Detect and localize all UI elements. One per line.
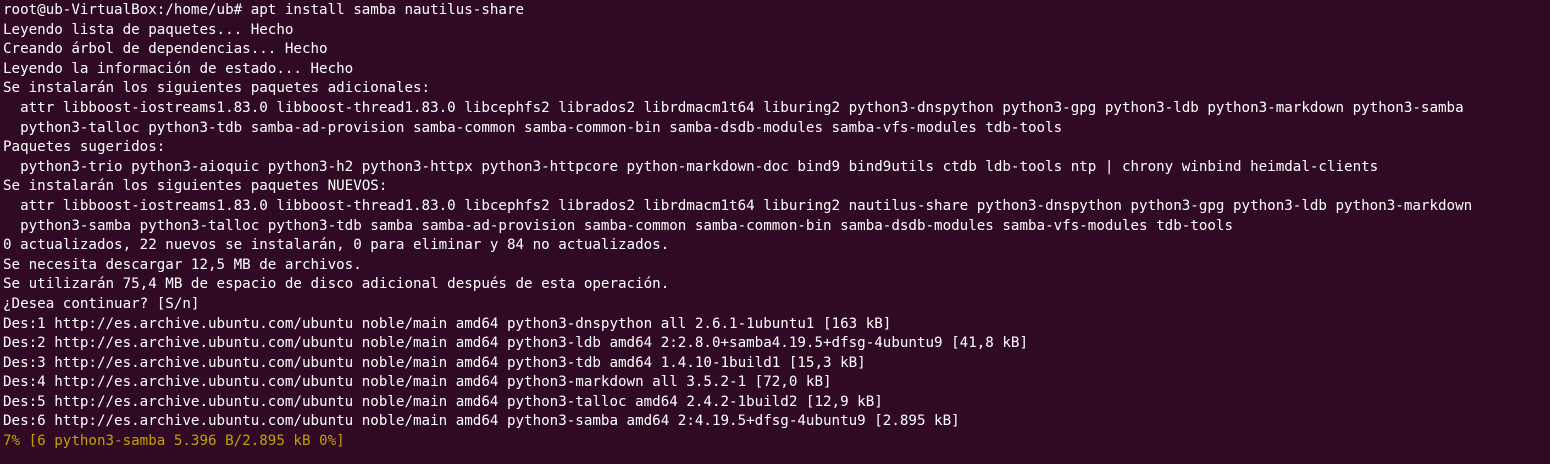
terminal-output[interactable]: root@ub-VirtualBox:/home/ub# apt install… (0, 0, 1550, 464)
output-line: Se utilizarán 75,4 MB de espacio de disc… (3, 276, 670, 293)
output-line: Paquetes sugeridos: (3, 139, 166, 156)
output-line: Se instalarán los siguientes paquetes NU… (3, 178, 388, 195)
download-line: Des:4 http://es.archive.ubuntu.com/ubunt… (3, 374, 832, 391)
output-line: python3-talloc python3-tdb samba-ad-prov… (3, 119, 1063, 136)
confirm-prompt-line: ¿Desea continuar? [S/n] (3, 295, 200, 312)
output-line: Se necesita descargar 12,5 MB de archivo… (3, 256, 362, 273)
output-line: 0 actualizados, 22 nuevos se instalarán,… (3, 237, 670, 254)
download-line: Des:5 http://es.archive.ubuntu.com/ubunt… (3, 393, 883, 410)
output-line: python3-samba python3-talloc python3-tdb… (3, 217, 1233, 234)
output-line: Leyendo la información de estado... Hech… (3, 60, 354, 77)
output-line: Creando árbol de dependencias... Hecho (3, 41, 328, 58)
download-line: Des:2 http://es.archive.ubuntu.com/ubunt… (3, 335, 1028, 352)
output-line: Leyendo lista de paquetes... Hecho (3, 21, 294, 38)
download-line: Des:1 http://es.archive.ubuntu.com/ubunt… (3, 315, 892, 332)
output-line: attr libboost-iostreams1.83.0 libboost-t… (3, 197, 1473, 214)
command-prompt-line: root@ub-VirtualBox:/home/ub# apt install… (3, 2, 525, 18)
output-line: python3-trio python3-aioquic python3-h2 … (3, 158, 1379, 175)
output-line: Se instalarán los siguientes paquetes ad… (3, 80, 431, 97)
download-line: Des:6 http://es.archive.ubuntu.com/ubunt… (3, 413, 960, 430)
download-line: Des:3 http://es.archive.ubuntu.com/ubunt… (3, 354, 866, 371)
output-line: attr libboost-iostreams1.83.0 libboost-t… (3, 99, 1464, 116)
download-progress-line: 7% [6 python3-samba 5.396 B/2.895 kB 0%] (3, 433, 345, 450)
